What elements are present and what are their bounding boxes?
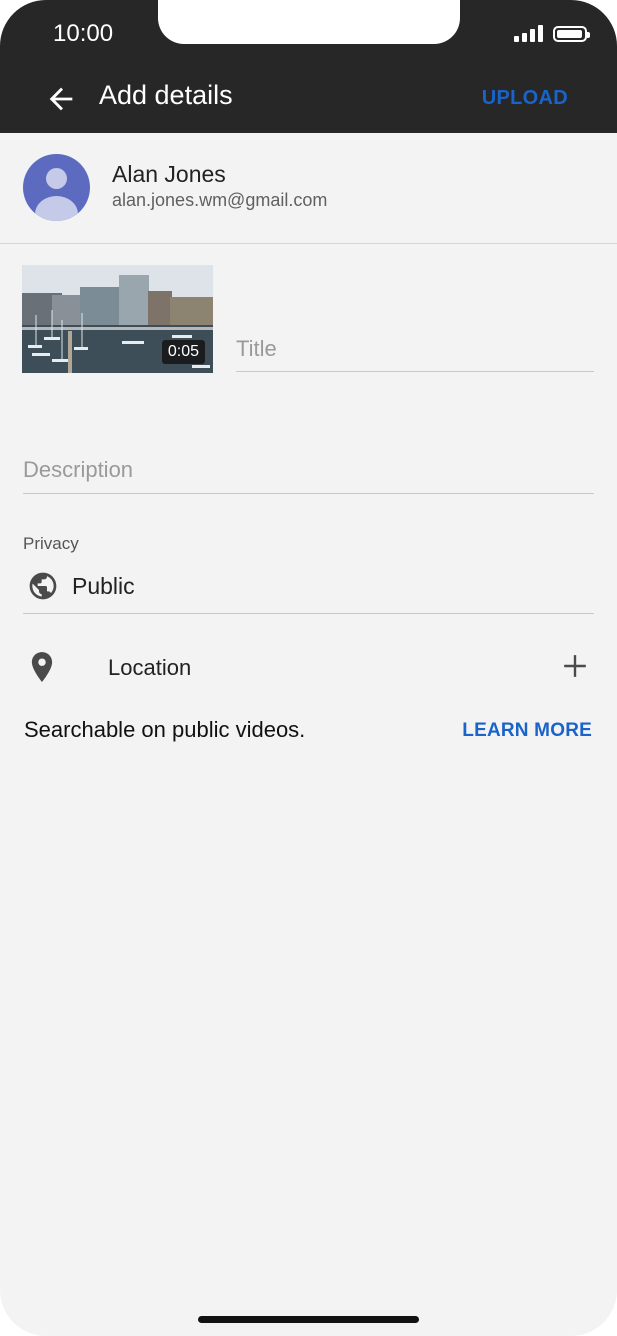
- battery-icon: [553, 26, 590, 42]
- status-icons: [514, 24, 590, 42]
- privacy-underline: [23, 613, 594, 614]
- app-bar: 10:00 Add details UPLOAD: [0, 0, 617, 133]
- plus-icon[interactable]: [562, 653, 588, 679]
- privacy-selector[interactable]: Public: [72, 573, 135, 600]
- account-row: Alan Jones alan.jones.wm@gmail.com: [0, 133, 617, 244]
- back-arrow-icon[interactable]: [44, 82, 78, 116]
- searchable-note: Searchable on public videos.: [24, 717, 306, 742]
- account-name: Alan Jones: [112, 161, 226, 187]
- page-title: Add details: [99, 80, 233, 110]
- description-underline: [23, 493, 594, 494]
- video-duration: 0:05: [161, 340, 205, 364]
- home-indicator[interactable]: [198, 1316, 419, 1323]
- location-label[interactable]: Location: [108, 655, 191, 681]
- upload-button[interactable]: UPLOAD: [482, 87, 568, 110]
- description-input[interactable]: Description: [23, 457, 133, 483]
- video-thumbnail[interactable]: 0:05: [22, 265, 213, 373]
- location-pin-icon: [31, 652, 53, 682]
- learn-more-link[interactable]: LEARN MORE: [462, 720, 592, 742]
- avatar: [23, 154, 90, 221]
- signal-icon: [514, 24, 543, 42]
- title-input[interactable]: Title: [236, 336, 277, 362]
- status-time: 10:00: [53, 20, 114, 47]
- device-notch: [158, 0, 460, 44]
- account-email: alan.jones.wm@gmail.com: [112, 190, 328, 210]
- globe-icon: [29, 572, 57, 600]
- phone-screen: 10:00 Add details UPLOAD Alan Jones alan…: [0, 0, 617, 1336]
- title-underline: [236, 371, 594, 372]
- privacy-label: Privacy: [23, 534, 79, 553]
